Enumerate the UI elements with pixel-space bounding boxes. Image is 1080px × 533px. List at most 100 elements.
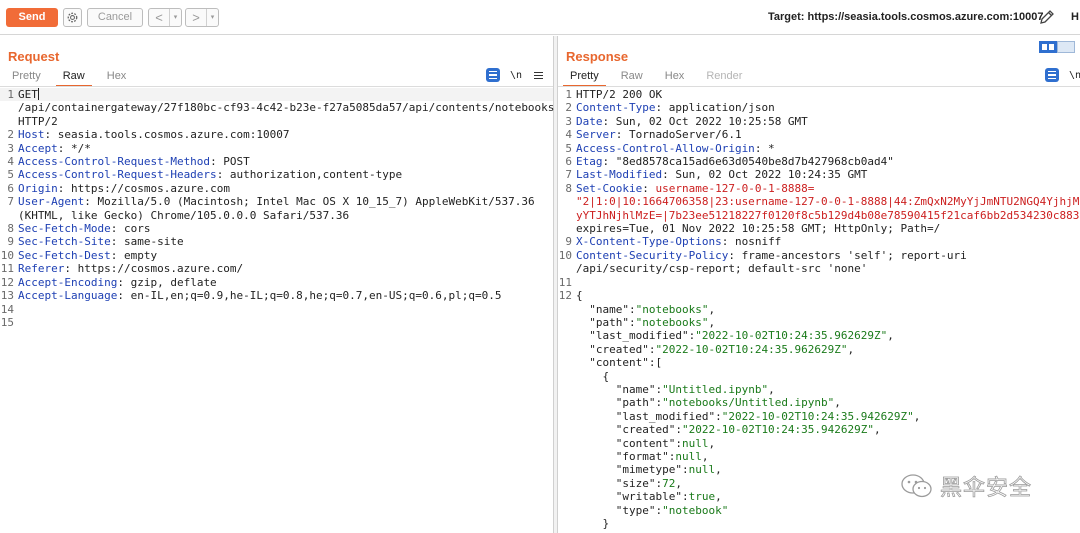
json-key: "name" <box>576 302 629 316</box>
send-button[interactable]: Send <box>6 8 58 27</box>
code-text: Access-Control-Request-Method: POST <box>18 155 553 168</box>
code-text: Access-Control-Request-Headers: authoriz… <box>18 168 553 181</box>
header-colon: : <box>642 181 649 195</box>
json-punct: , <box>887 329 894 343</box>
target-label: Target: https://seasia.tools.cosmos.azur… <box>768 11 1044 23</box>
header-value: authorization,content-type <box>223 168 403 182</box>
code-text: Set-Cookie: username-127-0-0-1-8888= <box>576 182 1080 195</box>
json-key: "writable" <box>576 490 682 504</box>
request-tabs: Pretty Raw Hex <box>1 69 138 87</box>
code-text: Accept: */* <box>18 142 553 155</box>
line-number <box>558 262 576 275</box>
code-text: { <box>576 370 1080 383</box>
header-colon: : <box>117 275 124 289</box>
line-number <box>558 343 576 356</box>
response-tab-raw[interactable]: Raw <box>610 69 654 86</box>
word-wrap-icon[interactable] <box>486 68 500 82</box>
code-text: Server: TornadoServer/6.1 <box>576 128 1080 141</box>
request-tab-hex[interactable]: Hex <box>96 69 138 86</box>
header-value: seasia.tools.cosmos.azure.com:10007 <box>51 128 290 142</box>
forward-history-dropdown[interactable]: ▾ <box>206 9 218 26</box>
word-wrap-icon[interactable] <box>1045 68 1059 82</box>
code-line: "last_modified":"2022-10-02T10:24:35.962… <box>558 329 1080 342</box>
code-text: /api/containergateway/27f180bc-cf93-4c42… <box>18 101 554 114</box>
json-value: "2022-10-02T10:24:35.962629Z" <box>655 342 848 356</box>
code-text: Accept-Encoding: gzip, deflate <box>18 276 553 289</box>
header-value: "8ed8578ca15ad6e63d0540be8d7b427968cb0ad… <box>609 155 894 169</box>
code-content: yYTJhNjhlMzE=|7b23ee51218227f0120f8c5b12… <box>576 208 1080 222</box>
header-value: nosniff <box>728 235 782 249</box>
code-line: "path":"notebooks/Untitled.ipynb", <box>558 396 1080 409</box>
code-text: "name":"notebooks", <box>576 303 1080 316</box>
help-tab[interactable]: H <box>1071 11 1079 23</box>
request-editor[interactable]: 1 GET/api/containergateway/27f180bc-cf93-… <box>0 88 554 533</box>
line-number: 5 <box>7 168 14 182</box>
json-punct: , <box>874 423 881 437</box>
line-number: 1 <box>7 88 14 101</box>
newline-toggle[interactable]: \n <box>510 70 522 81</box>
code-content: } <box>576 517 610 530</box>
line-number: 3 <box>7 141 14 155</box>
response-tab-pretty[interactable]: Pretty <box>559 69 610 87</box>
code-line: 5 Access-Control-Allow-Origin: * <box>558 142 1080 155</box>
cancel-button[interactable]: Cancel <box>87 8 143 27</box>
line-number <box>558 303 576 316</box>
newline-toggle[interactable]: \n <box>1069 70 1080 81</box>
code-line: 9 X-Content-Type-Options: nosniff <box>558 235 1080 248</box>
code-line: "type":"notebook" <box>558 504 1080 517</box>
code-content: /api/containergateway/27f180bc-cf93-4c42… <box>18 101 555 115</box>
line-number <box>558 437 576 450</box>
json-key: "path" <box>576 396 656 410</box>
pencil-icon[interactable] <box>1038 8 1056 26</box>
code-text: X-Content-Type-Options: nosniff <box>576 235 1080 248</box>
response-tab-hex[interactable]: Hex <box>654 69 696 86</box>
code-content: /api/security/csp-report; default-src 'n… <box>576 262 868 276</box>
code-line: 11 Referer: https://cosmos.azure.com/ <box>0 262 553 275</box>
code-line: 10 Content-Security-Policy: frame-ancesto… <box>558 249 1080 262</box>
response-tab-render[interactable]: Render <box>695 69 753 86</box>
json-key: "created" <box>576 423 676 437</box>
back-arrow-button[interactable]: < <box>149 9 169 26</box>
code-line: /api/security/csp-report; default-src 'n… <box>558 262 1080 275</box>
header-name: Set-Cookie <box>576 181 643 195</box>
request-tab-raw[interactable]: Raw <box>52 69 96 87</box>
header-name: Referer <box>18 262 65 276</box>
back-history-dropdown[interactable]: ▾ <box>169 9 181 26</box>
response-tabs: Pretty Raw Hex Render <box>559 69 753 87</box>
line-number: 15 <box>0 315 14 329</box>
code-text: Sec-Fetch-Site: same-site <box>18 235 553 248</box>
layout-toggle[interactable] <box>1039 41 1077 53</box>
side-by-side-layout-icon[interactable] <box>1039 41 1057 53</box>
json-punct: , <box>847 342 855 356</box>
stacked-layout-icon[interactable] <box>1057 41 1075 53</box>
line-number <box>558 370 576 383</box>
settings-button[interactable] <box>63 8 82 27</box>
code-text: expires=Tue, 01 Nov 2022 10:25:58 GMT; H… <box>576 222 1080 235</box>
forward-arrow-button[interactable]: > <box>186 9 206 26</box>
line-number <box>558 477 576 490</box>
json-punct: , <box>675 476 682 490</box>
json-key: "content" <box>576 356 649 370</box>
code-text: "last_modified":"2022-10-02T10:24:35.942… <box>576 410 1080 423</box>
json-value: true <box>688 490 716 504</box>
line-number: 6 <box>7 181 14 195</box>
request-tab-pretty[interactable]: Pretty <box>1 69 52 86</box>
line-number: 12 <box>0 275 14 289</box>
header-value: https://cosmos.azure.com <box>64 181 230 195</box>
code-line: 12 Accept-Encoding: gzip, deflate <box>0 276 553 289</box>
response-view-tools: \n <box>1045 68 1080 82</box>
code-text: "content":[ <box>576 356 1080 369</box>
code-text: GET <box>18 88 553 101</box>
code-line: 6 Etag: "8ed8578ca15ad6e63d0540be8d7b4279… <box>558 155 1080 168</box>
header-name: Sec-Fetch-Site <box>18 235 111 249</box>
response-editor[interactable]: 1 HTTP/2 200 OK 2 Content-Type: application… <box>558 88 1080 533</box>
json-key: "type" <box>576 503 656 517</box>
json-key: "mimetype" <box>576 463 682 477</box>
json-colon: : <box>715 409 722 423</box>
menu-icon[interactable] <box>534 71 544 79</box>
code-text: "path":"notebooks", <box>576 316 1080 329</box>
watermark: 黑伞安全 <box>900 470 1032 502</box>
code-text: Last-Modified: Sun, 02 Oct 2022 10:24:35… <box>576 168 1080 181</box>
code-line: "created":"2022-10-02T10:24:35.942629Z", <box>558 423 1080 436</box>
line-number: 14 <box>0 302 14 316</box>
